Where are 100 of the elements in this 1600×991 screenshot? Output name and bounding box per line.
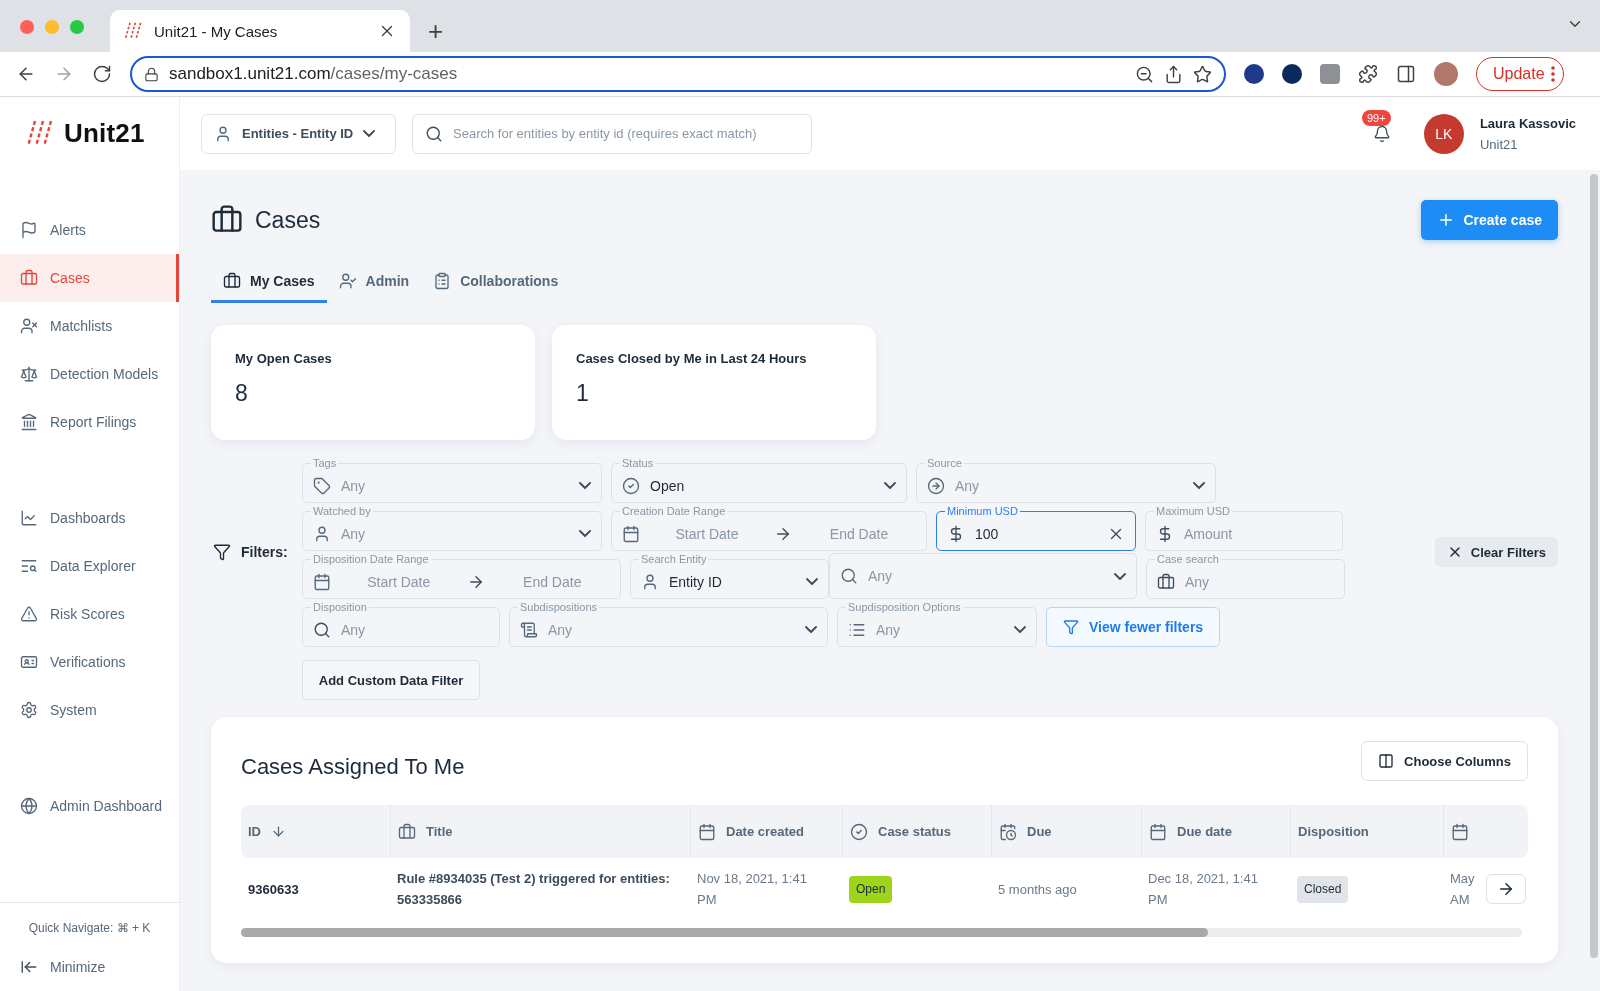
nav-item[interactable]: Detection Models <box>0 350 179 398</box>
user-icon <box>313 524 331 543</box>
nav-item[interactable]: Matchlists <box>0 302 179 350</box>
scroll-icon <box>520 620 538 639</box>
open-row-button[interactable] <box>1486 874 1526 904</box>
extension-icon[interactable] <box>1282 64 1302 84</box>
chevron-down-icon <box>805 626 817 633</box>
filter-field[interactable]: Tags Any <box>302 457 602 503</box>
choose-columns-button[interactable]: Choose Columns <box>1361 741 1528 781</box>
table-cell-text: Rule #8934035 (Test 2) triggered for entities: 563335866 <box>397 870 671 909</box>
nav-item[interactable]: Data Explorer <box>0 542 179 590</box>
user-x-icon <box>20 317 38 335</box>
chevron-down-icon <box>579 530 591 537</box>
briefcase-icon <box>20 269 38 287</box>
minimize-button[interactable]: Minimize <box>0 955 179 979</box>
column-header[interactable] <box>1443 805 1483 858</box>
chevron-down-icon <box>1014 626 1026 633</box>
filter-field[interactable]: Any <box>829 553 1137 599</box>
table-cell-text: Nov 18, 2021, 1:41 PM <box>697 870 808 909</box>
table-cell-text: May AM <box>1450 870 1475 909</box>
chevron-down-icon <box>579 482 591 489</box>
clear-filters-button[interactable]: Clear Filters <box>1434 537 1558 567</box>
column-header[interactable]: Disposition <box>1290 805 1443 858</box>
filter-field[interactable]: Subdispositions Any <box>509 601 828 647</box>
filter-icon <box>1063 619 1079 635</box>
status-badge: Closed <box>1297 875 1349 903</box>
nav-item[interactable]: Dashboards <box>0 494 179 542</box>
profile-avatar[interactable] <box>1434 62 1458 86</box>
filters-label: Filters: <box>241 544 288 560</box>
id-card-icon <box>20 653 38 671</box>
column-header[interactable]: Case status <box>842 805 991 858</box>
column-header[interactable]: Date created <box>690 805 842 858</box>
new-tab-button[interactable]: + <box>428 18 444 44</box>
stat-value: 8 <box>235 380 249 407</box>
tab[interactable]: Admin <box>326 261 422 303</box>
arrow-circle-icon <box>927 476 945 495</box>
column-header[interactable]: Due date <box>1141 805 1290 858</box>
filter-field[interactable]: Case search Any <box>1146 553 1345 599</box>
calendar-icon <box>1451 822 1469 841</box>
column-header[interactable]: Due <box>991 805 1141 858</box>
flag-icon <box>20 221 38 239</box>
tab[interactable]: My Cases <box>211 261 327 303</box>
sort-down-icon <box>271 824 286 839</box>
bank-icon <box>20 413 38 431</box>
table-cell-text: Dec 18, 2021, 1:41 PM <box>1148 870 1259 909</box>
user-avatar[interactable]: LK <box>1423 113 1464 154</box>
reload-icon <box>92 64 112 84</box>
scale-icon <box>20 365 38 383</box>
logo-text: Unit21 <box>64 118 145 149</box>
quick-navigate-hint: Quick Navigate: ⌘ + K <box>27 921 152 935</box>
chevron-down-icon <box>363 130 376 137</box>
chevron-down-icon <box>1193 482 1205 489</box>
page-title: Cases <box>255 206 321 234</box>
horizontal-scrollbar[interactable] <box>241 928 1522 937</box>
filter-field[interactable]: Creation Date Range Start Date End Date <box>611 505 927 551</box>
filter-field[interactable]: Source Any <box>916 457 1216 503</box>
check-circle-icon <box>850 822 868 841</box>
nav-item[interactable]: Verifications <box>0 638 179 686</box>
entity-search-field[interactable]: Search for entities by entity id (requires exact match) <box>412 113 812 154</box>
filter-field[interactable]: Maximum USD Amount <box>1145 505 1343 551</box>
extension-icon[interactable] <box>1244 64 1264 84</box>
line-chart-icon <box>20 509 38 527</box>
column-header[interactable]: Title <box>390 805 690 858</box>
filter-field[interactable]: Minimum USD 100 <box>936 505 1136 551</box>
search-icon <box>313 620 331 639</box>
nav-item[interactable]: Cases <box>0 254 179 302</box>
create-case-button[interactable]: Create case <box>1421 200 1558 240</box>
calendar-icon <box>313 572 331 591</box>
nav-item[interactable]: Admin Dashboard <box>0 782 179 830</box>
status-badge: Open <box>849 875 893 903</box>
search-icon <box>425 124 443 143</box>
share-icon <box>1164 64 1183 84</box>
update-button[interactable]: Update <box>1476 57 1564 91</box>
check-circle-icon <box>622 476 640 495</box>
nav-item[interactable]: Risk Scores <box>0 590 179 638</box>
browser-tab[interactable]: Unit21 - My Cases <box>110 10 410 52</box>
calendar-icon <box>1149 822 1167 841</box>
tab[interactable]: Collaborations <box>421 261 571 303</box>
column-header[interactable]: ID <box>241 805 390 858</box>
briefcase-icon <box>398 822 416 841</box>
nav-item[interactable]: Report Filings <box>0 398 179 446</box>
filter-field[interactable]: Watched by Any <box>302 505 602 551</box>
add-custom-filter-button[interactable]: Add Custom Data Filter <box>302 660 480 700</box>
columns-icon <box>1378 753 1395 769</box>
clipboard-icon <box>433 271 452 290</box>
stat-label: My Open Cases <box>235 351 333 366</box>
filter-field[interactable]: Search Entity Entity ID <box>630 553 829 599</box>
nav-item[interactable]: System <box>0 686 179 734</box>
window-controls[interactable] <box>20 20 84 34</box>
table-title: Cases Assigned To Me <box>241 753 465 780</box>
address-field[interactable]: sandbox1.unit21.com/cases/my-cases <box>130 56 1226 92</box>
filter-field[interactable]: Supdisposition Options Any <box>837 601 1037 647</box>
nav-item[interactable]: Alerts <box>0 206 179 254</box>
entity-type-select[interactable]: Entities - Entity ID <box>201 113 396 154</box>
filter-field[interactable]: Disposition Any <box>302 601 500 647</box>
calendar-icon <box>698 822 716 841</box>
filter-field[interactable]: Status Open <box>611 457 907 503</box>
filter-field[interactable]: Disposition Date Range Start Date End Date <box>302 553 621 599</box>
view-fewer-filters-button[interactable]: View fewer filters <box>1046 607 1221 647</box>
bell-icon <box>1372 124 1391 143</box>
